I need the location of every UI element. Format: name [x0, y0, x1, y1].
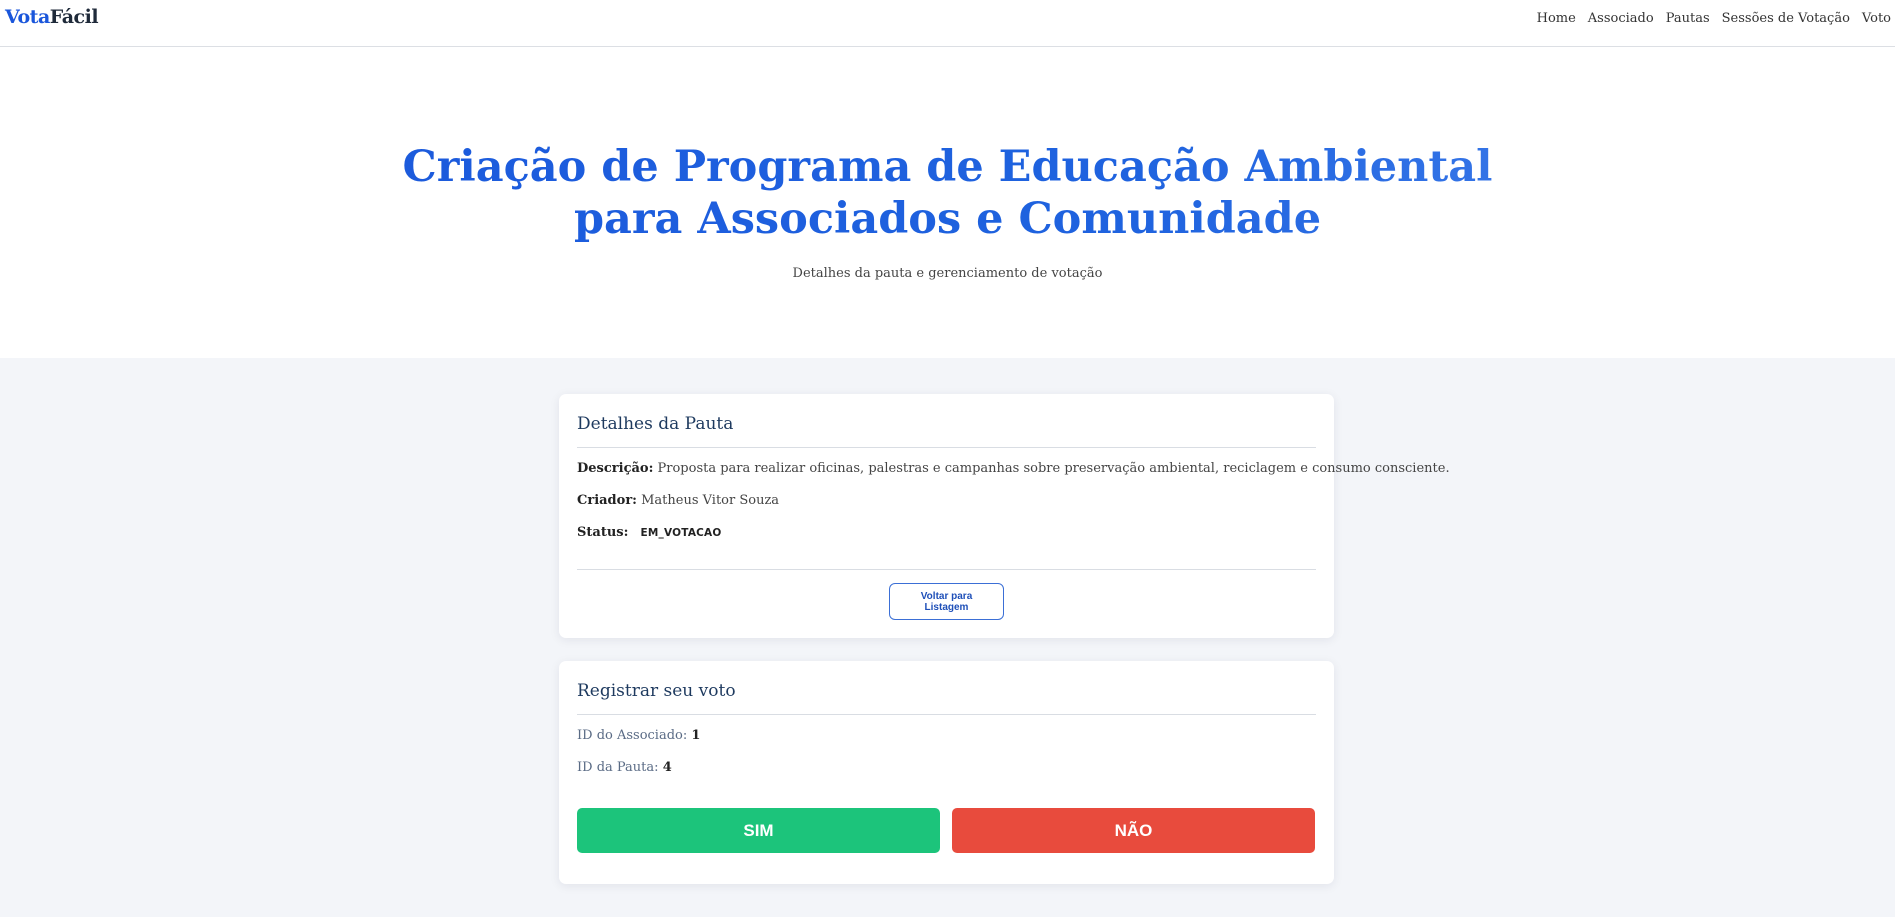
page-title: Criação de Programa de Educação Ambienta… — [0, 141, 1895, 245]
pauta-details-card: Detalhes da Pauta Descrição: Proposta pa… — [559, 394, 1450, 638]
details-card-title: Detalhes da Pauta — [577, 414, 734, 434]
associado-id-value: 1 — [691, 728, 701, 743]
descricao-row: Descrição: Proposta para realizar oficin… — [577, 461, 1450, 476]
hero-section: Criação de Programa de Educação Ambienta… — [0, 47, 1895, 358]
page-subtitle: Detalhes da pauta e gerenciamento de vot… — [792, 266, 1103, 281]
associado-id-row: ID do Associado: 1 — [577, 728, 700, 743]
nav-pautas[interactable]: Pautas — [1666, 11, 1710, 26]
back-to-list-button[interactable]: Voltar para Listagem — [889, 583, 1004, 620]
criador-value: Matheus Vitor Souza — [641, 493, 780, 508]
main-nav: Home Associado Pautas Sessões de Votação… — [1537, 11, 1891, 26]
brand-part-facil: Fácil — [49, 6, 99, 28]
pauta-id-row: ID da Pauta: 4 — [577, 760, 672, 775]
pauta-id-label: ID da Pauta: — [577, 760, 659, 775]
nav-home[interactable]: Home — [1537, 11, 1576, 26]
top-navbar: VotaFácil Home Associado Pautas Sessões … — [0, 0, 1895, 47]
vote-card: Registrar seu voto ID do Associado: 1 ID… — [559, 661, 1334, 884]
criador-label: Criador: — [577, 493, 637, 508]
brand-logo[interactable]: VotaFácil — [5, 6, 99, 28]
nav-voto[interactable]: Voto — [1862, 11, 1891, 26]
nav-sessoes-votacao[interactable]: Sessões de Votação — [1722, 11, 1850, 26]
vote-title-divider — [577, 714, 1316, 715]
status-badge: EM_VOTACAO — [640, 527, 722, 539]
status-label: Status: — [577, 525, 629, 540]
brand-part-vota: Vota — [5, 6, 50, 28]
page-title-line2: para Associados e Comunidade — [573, 194, 1322, 244]
back-button-line2: Listagem — [924, 602, 969, 613]
criador-row: Criador: Matheus Vitor Souza — [577, 493, 779, 508]
back-button-line1: Voltar para — [920, 591, 973, 602]
status-row: Status: EM_VOTACAO — [577, 525, 722, 540]
page-title-line1: Criação de Programa de Educação Ambienta… — [402, 142, 1493, 192]
associado-id-label: ID do Associado: — [577, 728, 688, 743]
descricao-value: Proposta para realizar oficinas, palestr… — [657, 461, 1450, 476]
details-footer-divider — [577, 569, 1316, 570]
details-title-divider — [577, 447, 1316, 448]
vote-no-button[interactable]: NÃO — [952, 808, 1315, 853]
descricao-label: Descrição: — [577, 461, 654, 476]
pauta-id-value: 4 — [662, 760, 672, 775]
nav-associado[interactable]: Associado — [1588, 11, 1654, 26]
vote-card-title: Registrar seu voto — [577, 681, 736, 701]
vote-yes-button[interactable]: SIM — [577, 808, 940, 853]
